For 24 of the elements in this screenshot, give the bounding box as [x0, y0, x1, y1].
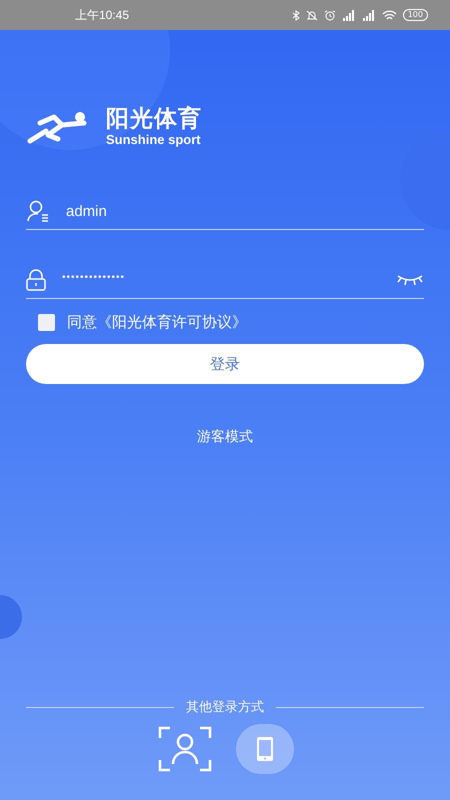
face-scan-icon: [158, 726, 212, 772]
bell-off-icon: [306, 10, 318, 20]
phone-icon: [256, 736, 274, 762]
brand-name: 阳光体育: [106, 106, 202, 132]
alarm-icon: [324, 10, 336, 20]
username-field[interactable]: admin: [26, 193, 424, 230]
phone-login-button[interactable]: [236, 724, 294, 774]
agreement-checkbox[interactable]: [38, 314, 55, 331]
guest-mode-link[interactable]: 游客模式: [197, 428, 253, 446]
battery-indicator: 100: [402, 9, 428, 21]
brand-subtitle: Sunshine sport: [106, 132, 202, 147]
bluetooth-icon: [292, 10, 300, 20]
wifi-icon: [382, 10, 397, 20]
user-icon: [26, 200, 50, 222]
signal-icon: [362, 10, 376, 20]
login-button[interactable]: 登录: [26, 344, 424, 384]
status-time: 上午10:45: [75, 6, 130, 24]
other-login-title: 其他登录方式: [186, 699, 264, 716]
signal-icon: [342, 10, 356, 20]
eye-closed-icon[interactable]: [396, 273, 424, 287]
lock-icon: [26, 269, 46, 291]
face-login-button[interactable]: [156, 724, 214, 774]
password-field[interactable]: ••••••••••••••: [26, 262, 424, 299]
agreement-label: 同意《阳光体育许可协议》: [67, 313, 247, 332]
